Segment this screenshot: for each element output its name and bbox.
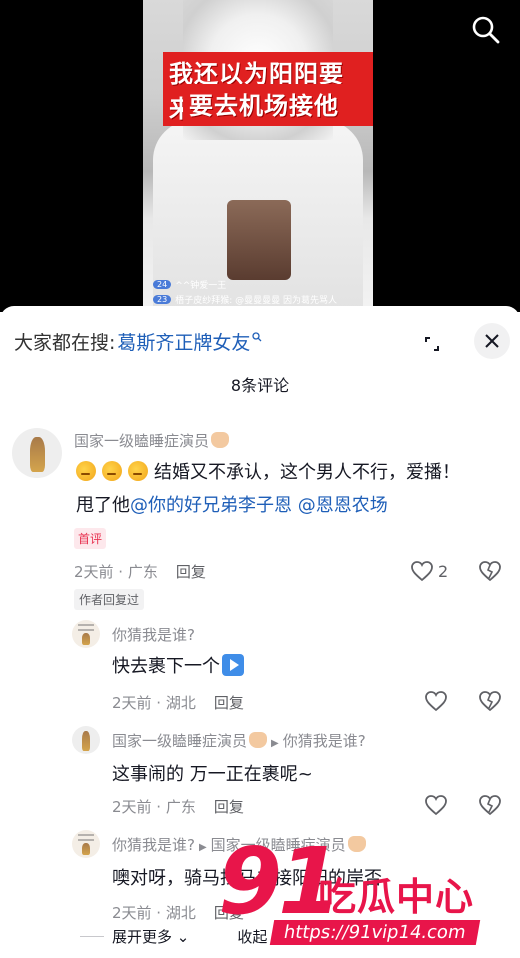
hot-search-keyword[interactable]: 葛斯齐正牌女友 [117,328,250,355]
heart-icon [411,561,433,582]
search-icon [252,331,262,345]
emoji-icon [76,461,96,481]
broken-heart-icon [479,561,501,582]
reply-arrow-icon: ▶ [271,738,279,749]
first-comment-badge: 首评 [74,528,107,549]
comment-username[interactable]: 国家一级瞌睡症演员 [74,430,230,451]
avatar[interactable] [72,620,100,648]
video-frame: 我还以为阳阳要来 要去机场接他 24 ^^钟爱一王 23 梧子皮纱拜猴: @曼曼… [143,0,373,312]
hot-search-banner[interactable]: 大家都在搜: 葛斯齐正牌女友 [14,328,262,355]
reply-to-username[interactable]: 你猜我是谁? [283,732,366,750]
reply-text: 这事闹的 万一正在裹呢~ [112,764,313,785]
reply-button[interactable]: 回复 [214,798,244,816]
comment-time: 2天前 · 广东 [74,563,158,581]
like-count: 2 [438,561,449,581]
author-replied-tag: 作者回复过 [74,589,145,610]
reply-username[interactable]: 你猜我是谁? [112,836,195,854]
live-comment-row: 23 梧子皮纱拜猴: @曼曼曼曼 因为葛先骂人 [153,293,337,306]
like-button[interactable]: 2 [410,560,448,582]
dislike-button[interactable] [478,690,502,716]
avatar[interactable] [12,428,62,478]
emoji-icon [128,461,148,481]
watermark-text: 吃瓜中心 [318,875,475,919]
waving-hand-icon [211,432,230,448]
live-comment-row: 24 ^^钟爱一王 [153,278,226,291]
close-button[interactable] [474,323,510,359]
video-caption-line2: 要去机场接他 [183,84,345,123]
heart-icon [425,691,447,712]
broken-heart-icon [479,691,501,712]
reply-username[interactable]: 你猜我是谁? [112,624,195,645]
close-icon [485,334,499,348]
reply-meta: 2天前 · 湖北 回复 [112,692,244,713]
dislike-button[interactable] [478,560,502,586]
reply-username-row: 国家一级瞌睡症演员 ▶ 你猜我是谁? [112,730,366,751]
play-icon [222,654,244,676]
reply-button[interactable]: 回复 [214,694,244,712]
heart-icon [425,795,447,816]
dislike-button[interactable] [478,794,502,820]
expand-icon[interactable] [418,330,446,358]
chevron-down-icon: ⌄ [176,928,190,946]
level-badge: 23 [153,295,172,304]
watermark-logo: 91 吃瓜中心 https://91vip14.com [218,836,518,956]
waving-hand-icon [249,732,268,748]
avatar[interactable] [72,830,100,858]
comment-count: 8条评论 [230,376,290,395]
comment-text: 结婚又不承认，这个男人不行，爱播！甩了他@你的好兄弟李子恩 @恩恩农场 [76,461,460,516]
video-player[interactable]: 我还以为阳阳要来 要去机场接他 24 ^^钟爱一王 23 梧子皮纱拜猴: @曼曼… [0,0,520,312]
mention-link[interactable]: @你的好兄弟李子恩 [130,495,292,516]
video-subject-top [227,200,291,280]
expand-more-button[interactable]: 展开更多 ⌄ [112,926,189,947]
like-button[interactable] [424,690,448,712]
watermark-url: https://91vip14.com [269,920,480,945]
live-comment-text: ^^钟爱一王 [175,281,227,291]
divider [80,936,104,937]
like-button[interactable] [424,794,448,816]
reply-time: 2天前 · 湖北 [112,904,196,922]
reply-meta: 2天前 · 广东 回复 [112,796,244,817]
level-badge: 24 [153,280,172,289]
reply-time: 2天前 · 广东 [112,798,196,816]
reply-button[interactable]: 回复 [176,563,206,581]
search-icon[interactable] [470,14,502,46]
reply-arrow-icon: ▶ [198,842,207,853]
reply-time: 2天前 · 湖北 [112,694,196,712]
live-comment-text: 梧子皮纱拜猴: @曼曼曼曼 因为葛先骂人 [175,296,337,306]
comment-meta: 2天前 · 广东 回复 [74,561,206,582]
broken-heart-icon [479,795,501,816]
reply-text: 快去裹下一个 [112,650,452,683]
mention-link[interactable]: @恩恩农场 [298,495,388,516]
hot-search-prefix: 大家都在搜: [14,332,116,354]
avatar[interactable] [72,726,100,754]
reply-username[interactable]: 国家一级瞌睡症演员 [112,732,247,750]
emoji-icon [102,461,122,481]
